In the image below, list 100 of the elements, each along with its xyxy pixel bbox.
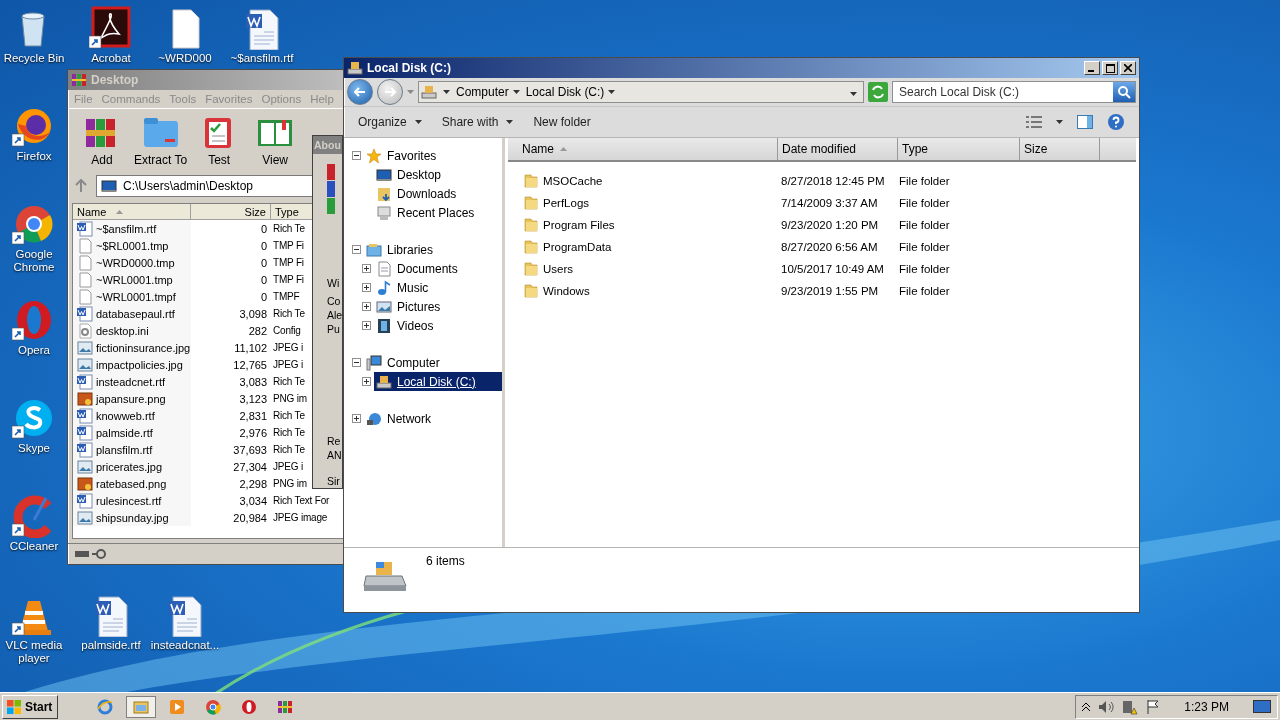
breadcrumb[interactable]: Local Disk (C:) bbox=[525, 85, 605, 99]
file-name: plansfilm.rtf bbox=[96, 443, 153, 456]
folder-icon bbox=[523, 239, 539, 255]
folder-name[interactable]: Windows bbox=[543, 285, 590, 297]
desktop-shortcut[interactable]: Firefox bbox=[2, 104, 66, 163]
command-button[interactable]: Share with bbox=[441, 115, 514, 129]
file-size: 12,765 bbox=[233, 358, 267, 371]
tree-item[interactable]: Videos bbox=[374, 316, 502, 335]
expand-toggle[interactable] bbox=[362, 377, 371, 386]
minimize-button[interactable] bbox=[1084, 61, 1100, 75]
image-file-icon bbox=[77, 509, 93, 526]
tree-item[interactable]: Desktop bbox=[374, 165, 502, 184]
column-header[interactable]: Name bbox=[508, 138, 778, 160]
desktop-shortcut[interactable]: VLC media player bbox=[2, 593, 66, 665]
file-size: 37,693 bbox=[233, 443, 267, 456]
folder-name[interactable]: Users bbox=[543, 263, 574, 275]
column-header[interactable]: Type bbox=[898, 138, 1020, 160]
toolbar-button[interactable]: Extract To bbox=[134, 115, 188, 171]
expand-toggle[interactable] bbox=[352, 151, 361, 160]
desktop-shortcut[interactable]: CCleaner bbox=[2, 494, 66, 553]
show-desktop-icon[interactable] bbox=[1253, 699, 1271, 714]
command-button[interactable]: Organize bbox=[358, 115, 422, 129]
tree-item[interactable]: Downloads bbox=[374, 184, 502, 203]
folder-name[interactable]: PerfLogs bbox=[543, 197, 590, 209]
file-size: 2,298 bbox=[239, 477, 267, 490]
caret-icon bbox=[850, 92, 857, 96]
drive-icon bbox=[376, 373, 392, 390]
tree-item[interactable]: Recent Places bbox=[374, 203, 502, 222]
desktop-shortcut[interactable]: ~WRD000 bbox=[148, 6, 222, 65]
file-size: 2,976 bbox=[239, 426, 267, 439]
tree-item[interactable]: Libraries bbox=[364, 240, 502, 259]
expand-toggle[interactable] bbox=[362, 283, 371, 292]
taskbar-app-button[interactable] bbox=[126, 695, 157, 718]
tree-item[interactable]: Local Disk (C:) bbox=[374, 372, 502, 391]
folder-name[interactable]: Program Files bbox=[543, 219, 615, 231]
file-size: 20,984 bbox=[233, 511, 267, 524]
tree-item[interactable]: Pictures bbox=[374, 297, 502, 316]
tree-item[interactable]: Music bbox=[374, 278, 502, 297]
file-size: 2,831 bbox=[239, 409, 267, 422]
desktop-shortcut[interactable]: Acrobat bbox=[74, 6, 148, 65]
desktop-shortcut[interactable]: Skype bbox=[2, 396, 66, 455]
forward-button[interactable] bbox=[377, 79, 403, 105]
expand-toggle[interactable] bbox=[362, 264, 371, 273]
close-button[interactable] bbox=[1120, 61, 1136, 75]
start-button[interactable]: Start bbox=[2, 694, 59, 719]
expand-toggle[interactable] bbox=[352, 358, 361, 367]
file-type: TMP Fi bbox=[273, 240, 304, 251]
arrow-left-icon bbox=[354, 87, 366, 97]
item-type: File folder bbox=[899, 175, 950, 187]
pictures-icon bbox=[376, 298, 392, 315]
desktop-shortcut[interactable]: insteadcnat... bbox=[148, 593, 222, 652]
file-size: 282 bbox=[248, 324, 267, 337]
column-header[interactable]: Size bbox=[1020, 138, 1100, 160]
view-options-icon[interactable] bbox=[1026, 116, 1042, 128]
help-icon[interactable] bbox=[1107, 113, 1125, 131]
desktop-shortcut[interactable]: palmside.rtf bbox=[74, 593, 148, 652]
search-field[interactable]: Search Local Disk (C:) bbox=[893, 85, 1113, 99]
flag-icon[interactable] bbox=[1146, 698, 1161, 715]
file-size: 0 bbox=[260, 256, 267, 269]
refresh-button[interactable] bbox=[868, 82, 888, 102]
caret-icon bbox=[1056, 120, 1063, 124]
speaker-icon[interactable] bbox=[1098, 699, 1115, 714]
date-modified: 7/14/2009 3:37 AM bbox=[781, 197, 878, 209]
file-type: JPEG i bbox=[273, 359, 303, 370]
tree-item[interactable]: Documents bbox=[374, 259, 502, 278]
toolbar-button[interactable]: Add bbox=[78, 115, 126, 171]
breadcrumb[interactable]: Computer bbox=[456, 85, 509, 99]
tree-item[interactable]: Computer bbox=[364, 353, 502, 372]
back-button[interactable] bbox=[347, 79, 373, 105]
expand-toggle[interactable] bbox=[352, 245, 361, 254]
expand-toggle[interactable] bbox=[352, 414, 361, 423]
network-warning-icon[interactable] bbox=[1122, 698, 1139, 715]
desktop-shortcut[interactable]: Opera bbox=[2, 298, 66, 357]
expand-toggle[interactable] bbox=[362, 302, 371, 311]
file-size: 27,304 bbox=[233, 460, 267, 473]
search-box[interactable]: Search Local Disk (C:) bbox=[892, 81, 1136, 103]
tree-item[interactable]: Network bbox=[364, 409, 502, 428]
command-button[interactable]: New folder bbox=[533, 115, 591, 129]
file-type: Config bbox=[273, 325, 301, 336]
folder-icon bbox=[523, 283, 539, 299]
folder-name[interactable]: MSOCache bbox=[543, 175, 603, 187]
toolbar-button[interactable]: Test bbox=[195, 115, 244, 171]
tree-item[interactable]: Favorites bbox=[364, 146, 502, 165]
file-type: JPEG image bbox=[273, 512, 328, 523]
toolbar-button[interactable]: View bbox=[251, 115, 300, 171]
column-header[interactable]: Size bbox=[191, 204, 271, 220]
maximize-button[interactable] bbox=[1102, 61, 1118, 75]
preview-pane-icon[interactable] bbox=[1077, 115, 1093, 129]
close-icon bbox=[1124, 64, 1132, 72]
expand-toggle[interactable] bbox=[362, 321, 371, 330]
desktop-shortcut[interactable]: Recycle Bin bbox=[2, 6, 66, 65]
dialog-title: Abou bbox=[314, 139, 341, 151]
address-bar[interactable]: Computer Local Disk (C:) bbox=[418, 81, 864, 103]
computer-icon bbox=[366, 354, 382, 371]
column-header[interactable]: Date modified bbox=[778, 138, 898, 160]
drive-icon bbox=[347, 60, 363, 76]
chevron-up-icon[interactable] bbox=[1082, 702, 1091, 711]
desktop-shortcut[interactable]: ~$ansfilm.rtf bbox=[225, 6, 299, 65]
folder-name[interactable]: ProgramData bbox=[543, 241, 612, 253]
desktop-shortcut[interactable]: Google Chrome bbox=[2, 202, 66, 274]
